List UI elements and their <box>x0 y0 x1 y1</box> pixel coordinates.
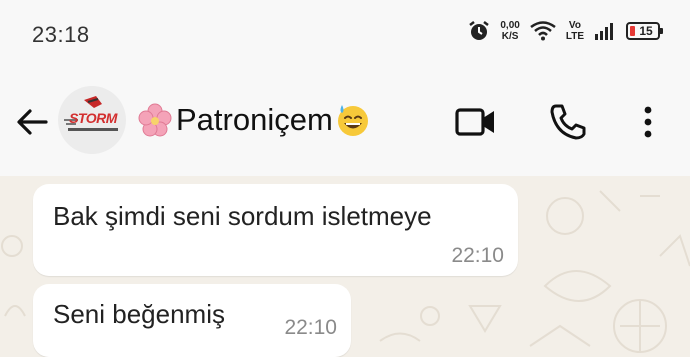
wifi-icon <box>530 21 556 41</box>
voice-call-icon[interactable] <box>546 100 590 144</box>
alarm-icon <box>469 21 490 40</box>
message-text: Seni beğenmiş <box>53 299 225 329</box>
volte-top: Vo <box>568 20 581 31</box>
message-time: 22:10 <box>284 316 337 339</box>
volte-indicator: Vo LTE <box>566 20 584 42</box>
battery-level: 15 <box>639 24 653 38</box>
cherry-blossom-icon <box>138 103 172 137</box>
signal-icon <box>595 23 613 40</box>
video-call-icon[interactable] <box>453 100 497 144</box>
status-bar: 23:18 0,00 K/S Vo LTE 15 <box>0 0 690 72</box>
chat-header: STORM Patroniçem <box>0 72 690 176</box>
network-speed: 0,00 K/S <box>500 20 519 42</box>
net-speed-unit: K/S <box>501 31 519 42</box>
more-vert-icon[interactable] <box>626 100 670 144</box>
sweat-smile-icon <box>337 105 368 136</box>
net-speed-value: 0,00 <box>500 20 520 31</box>
back-arrow-icon[interactable] <box>14 104 50 140</box>
contact-name-row[interactable]: Patroniçem <box>138 102 370 138</box>
status-icons: 0,00 K/S Vo LTE 15 <box>468 20 663 42</box>
chat-area[interactable]: Bak şimdi seni sordum isletmeye 22:10 Se… <box>0 176 690 357</box>
volte-bottom: LTE <box>565 31 584 42</box>
status-time: 23:18 <box>32 22 90 47</box>
contact-name: Patroniçem <box>176 102 333 137</box>
avatar[interactable]: STORM <box>58 86 126 154</box>
message-text: Bak şimdi seni sordum isletmeye <box>53 201 432 231</box>
avatar-subline <box>68 128 118 131</box>
message-bubble[interactable]: Seni beğenmiş 22:10 <box>33 284 351 357</box>
message-bubble[interactable]: Bak şimdi seni sordum isletmeye 22:10 <box>33 184 518 276</box>
avatar-text: STORM <box>69 110 117 126</box>
message-time: 22:10 <box>451 244 504 267</box>
battery-icon: 15 <box>626 22 663 40</box>
